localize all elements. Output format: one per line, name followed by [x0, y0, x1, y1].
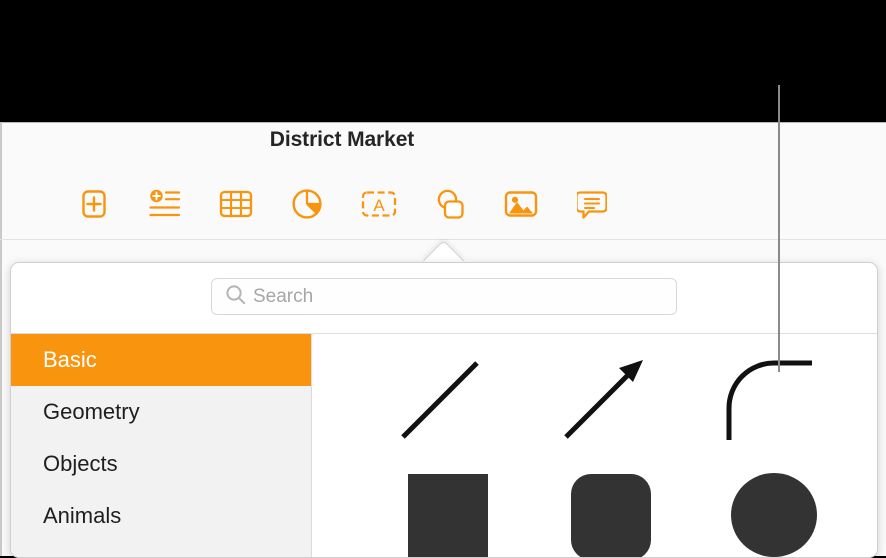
add-list-item-icon [148, 188, 182, 220]
category-sidebar: Basic Geometry Objects Animals [11, 334, 312, 557]
plus-in-square-icon [80, 188, 108, 220]
shape-arrow[interactable] [521, 344, 684, 456]
shape-line[interactable] [358, 344, 521, 456]
text-box-a-icon: A [361, 189, 397, 219]
category-item-animals[interactable]: Animals [11, 490, 311, 542]
shape-circle[interactable] [684, 456, 847, 557]
category-label: Geometry [43, 399, 140, 424]
search-row [11, 263, 877, 333]
shapes-grid [312, 334, 877, 557]
insert-media-button[interactable] [497, 182, 545, 226]
shapes-icon [434, 188, 466, 220]
toolbar: A [70, 180, 616, 228]
shape-curved-line[interactable] [684, 344, 847, 456]
document-title: District Market [269, 128, 415, 151]
insert-comment-button[interactable] [568, 182, 616, 226]
insert-shape-button[interactable] [426, 182, 474, 226]
insert-text-button[interactable]: A [355, 182, 403, 226]
table-grid-icon [219, 189, 253, 219]
search-icon [225, 284, 246, 310]
add-media-button[interactable] [141, 182, 189, 226]
window-left-border [0, 122, 2, 556]
shape-square[interactable] [358, 456, 521, 557]
category-label: Animals [43, 503, 122, 528]
category-label: Objects [43, 451, 118, 476]
category-item-objects[interactable]: Objects [11, 438, 311, 490]
window-top-border [0, 122, 886, 123]
category-item-basic[interactable]: Basic [11, 334, 311, 386]
toolbar-separator [0, 239, 886, 240]
top-letterbox-band [0, 0, 886, 122]
add-slide-button[interactable] [70, 182, 118, 226]
comment-bubble-icon [576, 188, 607, 220]
search-field[interactable] [211, 278, 677, 315]
category-label: Basic [43, 347, 97, 372]
insert-chart-button[interactable] [283, 182, 331, 226]
insert-table-button[interactable] [212, 182, 260, 226]
category-item-geometry[interactable]: Geometry [11, 386, 311, 438]
svg-text:A: A [373, 196, 385, 215]
photo-image-icon [504, 189, 538, 219]
callout-annotation-line [778, 85, 780, 372]
search-input[interactable] [253, 285, 666, 308]
pie-chart-icon [291, 188, 323, 220]
shape-rounded-square[interactable] [521, 456, 684, 557]
shape-picker-popover: Basic Geometry Objects Animals [10, 262, 878, 558]
